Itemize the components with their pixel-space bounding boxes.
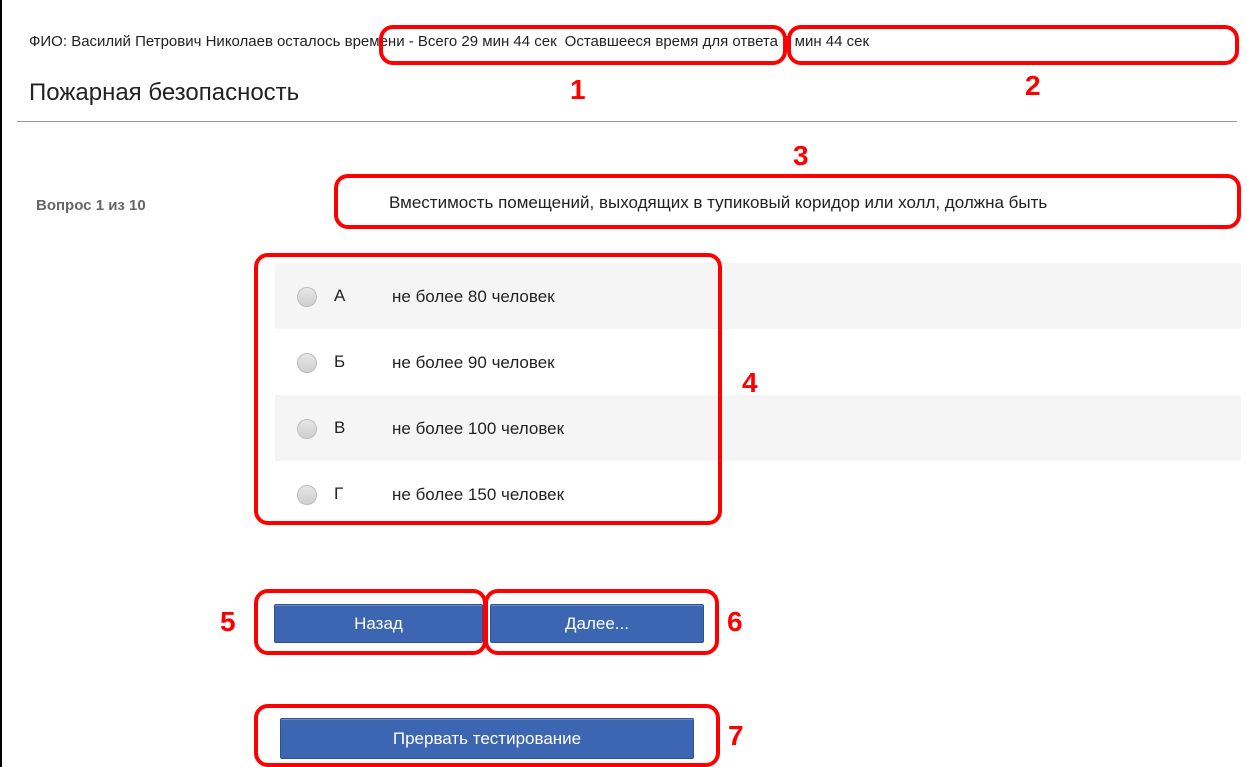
highlight-next-button xyxy=(484,589,719,655)
annotation-number: 2 xyxy=(1025,70,1041,101)
highlight-back-button xyxy=(254,589,487,655)
annotation-number: 5 xyxy=(220,606,236,637)
highlight-total-time xyxy=(379,25,787,65)
annotation-number: 7 xyxy=(728,720,744,751)
annotation-number: 1 xyxy=(570,74,586,105)
highlight-question xyxy=(334,174,1241,229)
page-title: Пожарная безопасность xyxy=(29,79,300,106)
annotation-number: 4 xyxy=(742,367,758,398)
annotation-number: 6 xyxy=(727,606,743,637)
highlight-answer-time xyxy=(787,25,1239,65)
highlight-answers xyxy=(254,253,722,525)
divider xyxy=(17,121,1237,122)
left-border xyxy=(0,0,2,767)
question-counter: Вопрос 1 из 10 xyxy=(36,197,146,214)
annotation-number: 3 xyxy=(793,140,809,171)
user-name: ФИО: Василий Петрович Николаев xyxy=(29,33,273,50)
highlight-abort-button xyxy=(254,704,720,767)
